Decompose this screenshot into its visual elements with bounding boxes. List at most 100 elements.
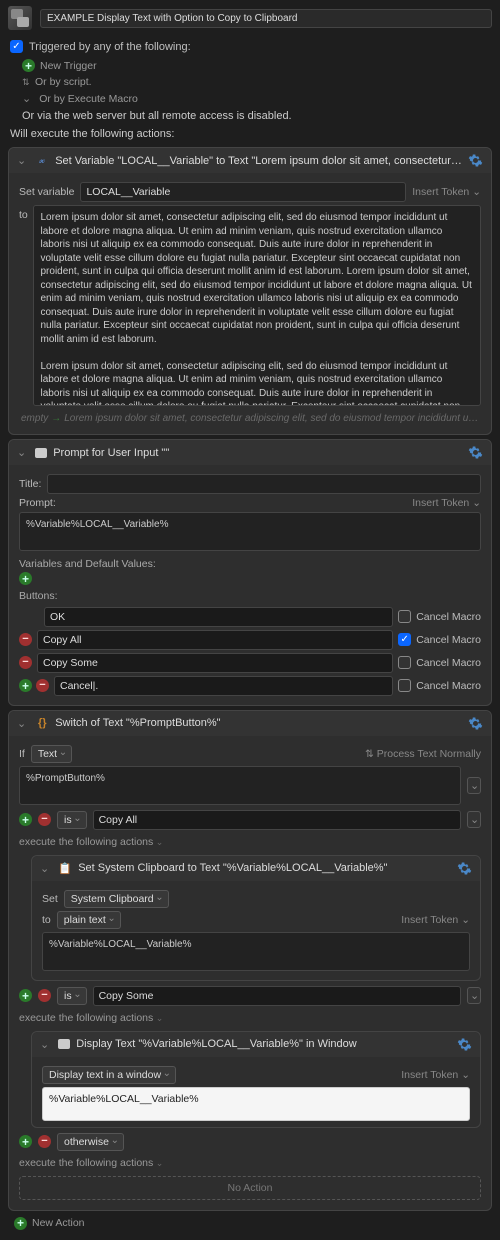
disclosure-toggle[interactable] [40, 1038, 52, 1051]
prompt-button-input[interactable] [54, 676, 393, 696]
actions-heading: Will execute the following actions: [0, 125, 500, 143]
gear-icon[interactable] [468, 445, 483, 460]
display-text-input[interactable]: %Variable%LOCAL__Variable% [42, 1087, 470, 1121]
prompt-title-input[interactable] [47, 474, 481, 494]
execute-actions-label[interactable]: execute the following actions [19, 1009, 481, 1027]
title-label: Title: [19, 478, 41, 490]
set-label: Set [42, 893, 58, 905]
is-select[interactable]: is [57, 987, 87, 1005]
variable-name-input[interactable] [80, 182, 406, 202]
prompt-text-input[interactable] [19, 512, 481, 551]
app-icon [8, 6, 32, 30]
cancel-macro-label: Cancel Macro [416, 634, 481, 646]
to-label: to [19, 205, 27, 221]
disclosure-toggle[interactable] [40, 862, 52, 875]
add-variable-button[interactable]: + [19, 572, 32, 585]
switch-icon: {} [35, 716, 49, 730]
cancel-macro-label: Cancel Macro [416, 657, 481, 669]
remove-case-button[interactable]: − [38, 813, 51, 826]
prompt-button-input[interactable] [37, 630, 393, 650]
gear-icon[interactable] [457, 1037, 472, 1052]
window-icon [58, 1039, 70, 1049]
format-select[interactable]: plain text [57, 911, 121, 929]
cancel-macro-label: Cancel Macro [416, 611, 481, 623]
add-action-button[interactable]: + [14, 1217, 27, 1230]
process-text-select[interactable]: ⇅ Process Text Normally [365, 748, 481, 760]
prompt-icon [35, 448, 47, 458]
action-switch: {} Switch of Text "%PromptButton%" If Te… [8, 710, 492, 1211]
clipboard-target-select[interactable]: System Clipboard [64, 890, 169, 908]
add-trigger-button[interactable]: + [22, 59, 35, 72]
clipboard-value-input[interactable] [42, 932, 470, 971]
execute-actions-label[interactable]: execute the following actions [19, 1154, 481, 1172]
case-value-input[interactable] [93, 986, 461, 1006]
remove-button[interactable]: − [19, 656, 32, 669]
remove-case-button[interactable]: − [38, 1135, 51, 1148]
disclosure-toggle[interactable] [17, 717, 29, 730]
remove-button[interactable]: − [36, 679, 49, 692]
cancel-macro-checkbox[interactable] [398, 656, 411, 669]
updown-icon [22, 76, 30, 88]
insert-token-link[interactable]: Insert Token ⌄ [412, 186, 481, 198]
gear-icon[interactable] [468, 716, 483, 731]
variable-text-input[interactable] [33, 205, 481, 406]
trigger-heading: Triggered by any of the following: [29, 41, 191, 53]
cancel-macro-checkbox[interactable]: ✓ [398, 633, 411, 646]
add-case-button[interactable]: + [19, 1135, 32, 1148]
disclosure-toggle[interactable] [17, 446, 29, 459]
is-select[interactable]: is [57, 811, 87, 829]
clipboard-icon: 📋 [58, 861, 72, 875]
disclosure-toggle[interactable] [17, 154, 29, 167]
prompt-button-input[interactable] [44, 607, 393, 627]
new-trigger-label[interactable]: New Trigger [40, 60, 97, 72]
if-type-select[interactable]: Text [31, 745, 72, 763]
remove-case-button[interactable]: − [38, 989, 51, 1002]
token-dropdown[interactable]: ⌄ [467, 987, 481, 1004]
action-title: Display Text "%Variable%LOCAL__Variable%… [76, 1038, 451, 1050]
cancel-macro-label: Cancel Macro [416, 680, 481, 692]
prompt-button-input[interactable] [37, 653, 393, 673]
buttons-label: Buttons: [19, 586, 481, 604]
add-case-button[interactable]: + [19, 989, 32, 1002]
variable-icon: 𝔁 [35, 154, 49, 168]
action-title: Prompt for User Input "" [53, 447, 462, 459]
trigger-by-execute-macro: Or by Execute Macro [39, 93, 138, 105]
cancel-macro-checkbox[interactable] [398, 610, 411, 623]
result-hint: empty→Lorem ipsum dolor sit amet, consec… [19, 409, 481, 428]
display-mode-select[interactable]: Display text in a window [42, 1066, 176, 1084]
if-label: If [19, 748, 25, 760]
set-variable-label: Set variable [19, 186, 74, 198]
no-action-placeholder[interactable]: No Action [19, 1176, 481, 1200]
web-server-note: Or via the web server but all remote acc… [22, 110, 292, 122]
action-title: Switch of Text "%PromptButton%" [55, 717, 462, 729]
to-label: to [42, 914, 51, 926]
action-set-clipboard: 📋 Set System Clipboard to Text "%Variabl… [31, 855, 481, 981]
action-display-text: Display Text "%Variable%LOCAL__Variable%… [31, 1031, 481, 1128]
chevron-down-icon [22, 92, 34, 105]
token-dropdown[interactable]: ⌄ [467, 777, 481, 794]
gear-icon[interactable] [468, 153, 483, 168]
execute-actions-label[interactable]: execute the following actions [19, 833, 481, 851]
insert-token-link[interactable]: Insert Token ⌄ [412, 497, 481, 509]
action-title: Set System Clipboard to Text "%Variable%… [78, 862, 451, 874]
add-case-button[interactable]: + [19, 813, 32, 826]
triggers-enabled-checkbox[interactable]: ✓ [10, 40, 23, 53]
vars-label: Variables and Default Values: [19, 554, 481, 572]
macro-title-field[interactable] [40, 9, 492, 28]
insert-token-link[interactable]: Insert Token ⌄ [401, 914, 470, 926]
cancel-macro-checkbox[interactable] [398, 679, 411, 692]
prompt-label: Prompt: [19, 497, 56, 509]
otherwise-select[interactable]: otherwise [57, 1133, 124, 1151]
remove-button[interactable]: − [19, 633, 32, 646]
action-prompt-user-input: Prompt for User Input "" Title: Prompt: … [8, 439, 492, 706]
gear-icon[interactable] [457, 861, 472, 876]
token-dropdown[interactable]: ⌄ [467, 811, 481, 828]
add-button[interactable]: + [19, 679, 32, 692]
switch-value-input[interactable] [19, 766, 461, 805]
new-action-label[interactable]: New Action [32, 1217, 85, 1229]
action-title: Set Variable "LOCAL__Variable" to Text "… [55, 155, 462, 167]
insert-token-link[interactable]: Insert Token ⌄ [401, 1069, 470, 1081]
case-value-input[interactable] [93, 810, 461, 830]
action-set-variable: 𝔁 Set Variable "LOCAL__Variable" to Text… [8, 147, 492, 435]
trigger-by-script: Or by script. [35, 76, 92, 88]
